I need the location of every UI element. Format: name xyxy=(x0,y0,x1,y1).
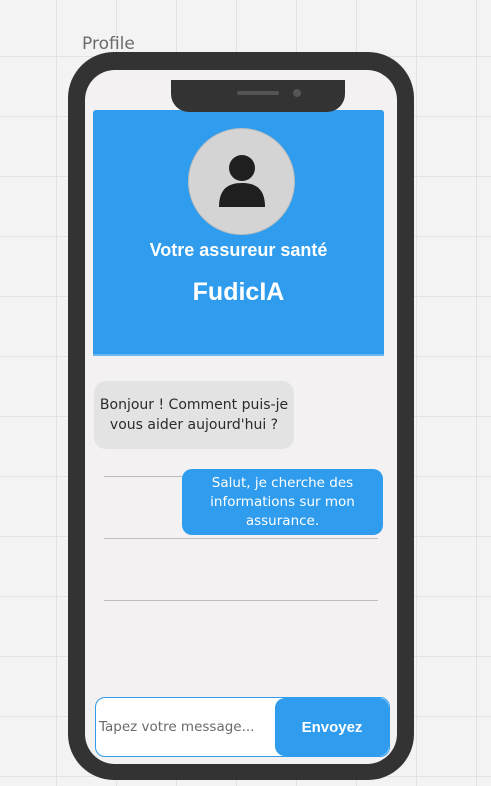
send-button[interactable]: Envoyez xyxy=(275,698,389,756)
header-divider xyxy=(93,354,384,356)
user-message-text: Salut, je cherche des informations sur m… xyxy=(210,474,355,529)
user-message-bubble: Salut, je cherche des informations sur m… xyxy=(182,469,383,535)
assistant-name: FudicIA xyxy=(192,278,285,306)
message-input[interactable] xyxy=(96,698,274,756)
message-composer: Envoyez xyxy=(95,697,390,757)
chat-divider xyxy=(104,538,378,539)
phone-notch xyxy=(171,80,345,112)
profile-header: Votre assureur santé FudicIA xyxy=(93,110,384,356)
frame-label: Profile xyxy=(82,34,135,54)
chat-divider xyxy=(104,600,378,601)
camera-icon xyxy=(293,89,301,97)
user-icon xyxy=(219,155,265,207)
bot-message-bubble: Bonjour ! Comment puis-je vous aider auj… xyxy=(94,381,294,449)
avatar xyxy=(188,128,295,235)
bot-message-text: Bonjour ! Comment puis-je vous aider auj… xyxy=(99,397,289,433)
phone-screen: Votre assureur santé FudicIA Bonjour ! C… xyxy=(85,70,397,764)
phone-mockup: Votre assureur santé FudicIA Bonjour ! C… xyxy=(68,52,414,780)
speaker-grille xyxy=(237,91,279,95)
header-title: Votre assureur santé xyxy=(149,240,328,260)
